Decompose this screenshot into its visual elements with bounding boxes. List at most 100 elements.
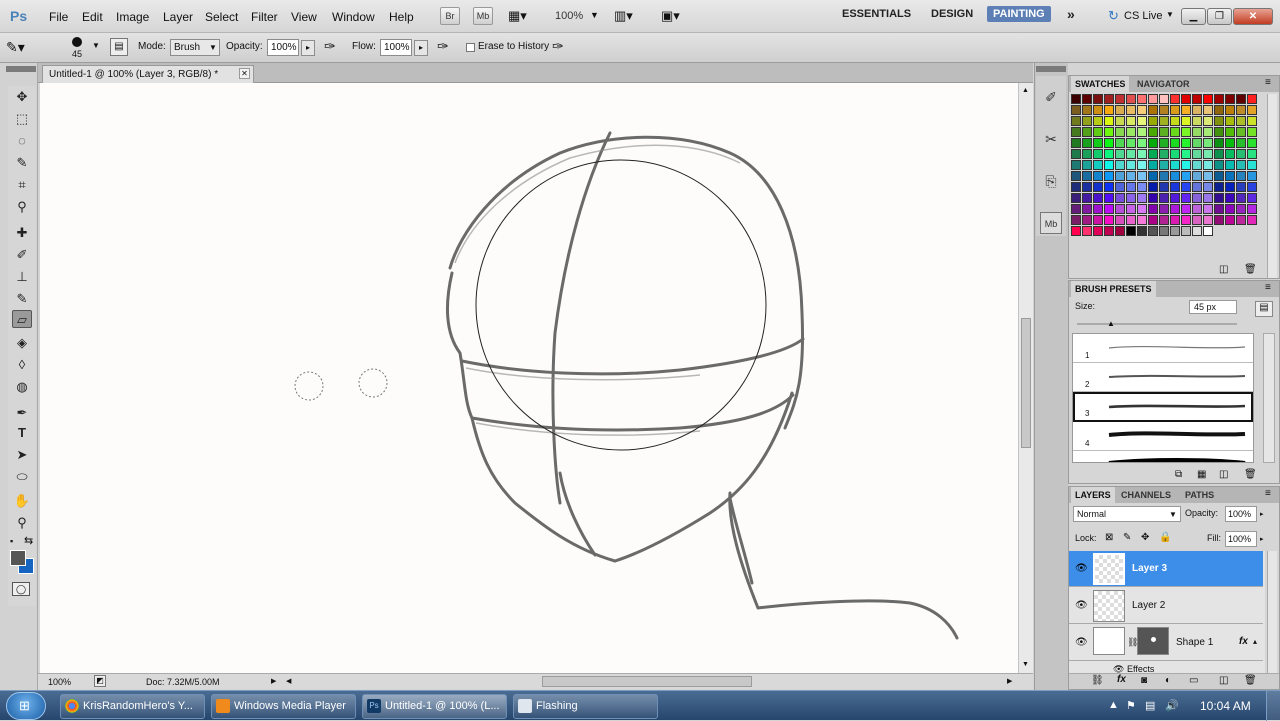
color-swatch[interactable] [1236, 193, 1246, 203]
color-swatch[interactable] [1236, 160, 1246, 170]
delete-swatch-icon[interactable]: 🗑 [1244, 264, 1257, 275]
status-info-icon[interactable]: ◩ [94, 675, 106, 687]
effects-row[interactable]: 👁 Effects [1069, 663, 1265, 673]
color-swatch[interactable] [1115, 193, 1125, 203]
swatches-grid[interactable] [1071, 94, 1263, 242]
color-swatch[interactable] [1104, 105, 1114, 115]
blend-mode-select[interactable]: Normal [1073, 506, 1181, 522]
color-swatch[interactable] [1214, 193, 1224, 203]
color-swatch[interactable] [1126, 171, 1136, 181]
color-swatch[interactable] [1214, 160, 1224, 170]
color-swatch[interactable] [1181, 182, 1191, 192]
color-swatch[interactable] [1093, 149, 1103, 159]
brush-tip-icon[interactable] [72, 37, 82, 47]
layer-name[interactable]: Layer 3 [1132, 563, 1167, 574]
color-swatch[interactable] [1247, 171, 1257, 181]
color-swatch[interactable] [1104, 94, 1114, 104]
visibility-eye-icon[interactable]: 👁 [1075, 563, 1088, 574]
color-swatch[interactable] [1093, 226, 1103, 236]
document-canvas[interactable] [40, 83, 1018, 673]
color-swatch[interactable] [1104, 182, 1114, 192]
color-swatch[interactable] [1148, 193, 1158, 203]
fill-slider-icon[interactable]: ▸ [1260, 535, 1264, 543]
brush-panel-icon[interactable]: ✐ [1040, 86, 1062, 108]
cs-live-button[interactable]: CS Live [1124, 10, 1163, 22]
color-swatch[interactable] [1115, 182, 1125, 192]
color-swatch[interactable] [1170, 116, 1180, 126]
scroll-left-icon[interactable]: ◀ [286, 677, 291, 685]
color-swatch[interactable] [1071, 182, 1081, 192]
color-swatch[interactable] [1093, 105, 1103, 115]
color-swatch[interactable] [1071, 127, 1081, 137]
color-swatch[interactable] [1192, 215, 1202, 225]
color-swatch[interactable] [1192, 116, 1202, 126]
taskbar-item-chrome[interactable]: KrisRandomHero's Y... [60, 694, 205, 719]
color-swatch[interactable] [1126, 149, 1136, 159]
color-swatch[interactable] [1137, 116, 1147, 126]
layers-panel-menu-icon[interactable]: ≡ [1265, 488, 1271, 499]
close-document-icon[interactable]: ✕ [239, 68, 250, 79]
color-swatch[interactable] [1170, 215, 1180, 225]
color-swatch[interactable] [1159, 215, 1169, 225]
color-swatch[interactable] [1236, 149, 1246, 159]
flow-input[interactable]: 100% [380, 39, 412, 56]
tablet-pressure-opacity-icon[interactable]: ✑ [324, 38, 336, 55]
color-swatch[interactable] [1181, 160, 1191, 170]
color-swatch[interactable] [1170, 204, 1180, 214]
color-swatch[interactable] [1236, 116, 1246, 126]
layer-name[interactable]: Shape 1 [1176, 637, 1213, 648]
add-layer-mask-icon[interactable]: ◙ [1141, 675, 1147, 686]
history-brush-tool-icon[interactable]: ✎ [12, 290, 32, 308]
color-swatch[interactable] [1181, 105, 1191, 115]
color-swatch[interactable] [1170, 138, 1180, 148]
menu-edit[interactable]: Edit [82, 10, 103, 24]
menu-file[interactable]: File [49, 10, 68, 24]
visibility-eye-icon[interactable]: 👁 [1075, 637, 1088, 648]
color-swatch[interactable] [1093, 182, 1103, 192]
color-swatch[interactable] [1203, 171, 1213, 181]
airbrush-icon[interactable]: ✑ [437, 38, 449, 55]
add-layer-style-icon[interactable]: fx [1117, 674, 1126, 685]
swatches-scrollbar[interactable] [1267, 94, 1277, 278]
healing-brush-tool-icon[interactable]: ✚ [12, 224, 32, 242]
color-swatch[interactable] [1247, 226, 1257, 236]
color-swatch[interactable] [1148, 160, 1158, 170]
color-swatch[interactable] [1148, 105, 1158, 115]
color-swatch[interactable] [1214, 204, 1224, 214]
color-swatch[interactable] [1225, 204, 1235, 214]
color-swatch[interactable] [1203, 182, 1213, 192]
color-swatch[interactable] [1247, 193, 1257, 203]
color-swatch[interactable] [1203, 94, 1213, 104]
color-swatch[interactable] [1225, 127, 1235, 137]
bridge-button[interactable]: Br [440, 7, 460, 25]
color-swatch[interactable] [1236, 182, 1246, 192]
color-swatch[interactable] [1104, 171, 1114, 181]
color-swatch[interactable] [1192, 226, 1202, 236]
color-swatch[interactable] [1071, 215, 1081, 225]
color-swatch[interactable] [1115, 138, 1125, 148]
color-swatch[interactable] [1093, 215, 1103, 225]
taskbar-item-photoshop[interactable]: Ps Untitled-1 @ 100% (L... [362, 694, 507, 719]
color-swatch[interactable] [1159, 116, 1169, 126]
lasso-tool-icon[interactable]: ◌ [12, 132, 32, 150]
horizontal-scroll-thumb[interactable] [542, 676, 752, 687]
color-swatch[interactable] [1170, 105, 1180, 115]
opacity-slider-icon[interactable]: ▸ [301, 40, 315, 56]
color-swatch[interactable] [1115, 105, 1125, 115]
color-swatch[interactable] [1170, 149, 1180, 159]
color-swatch[interactable] [1225, 171, 1235, 181]
pen-tool-icon[interactable]: ✒ [12, 404, 32, 422]
color-swatch[interactable] [1225, 215, 1235, 225]
color-swatch[interactable] [1214, 116, 1224, 126]
color-swatch[interactable] [1082, 215, 1092, 225]
color-swatch[interactable] [1247, 149, 1257, 159]
tab-brush-presets[interactable]: BRUSH PRESETS [1071, 281, 1156, 297]
system-clock[interactable]: 10:04 AM [1200, 699, 1251, 713]
brush-size-slider-track[interactable] [1077, 323, 1237, 325]
color-swatch[interactable] [1236, 204, 1246, 214]
color-swatch[interactable] [1137, 182, 1147, 192]
color-swatch[interactable] [1214, 105, 1224, 115]
color-swatch[interactable] [1192, 182, 1202, 192]
color-swatch[interactable] [1071, 193, 1081, 203]
zoom-tool-icon[interactable]: ⚲ [12, 514, 32, 532]
